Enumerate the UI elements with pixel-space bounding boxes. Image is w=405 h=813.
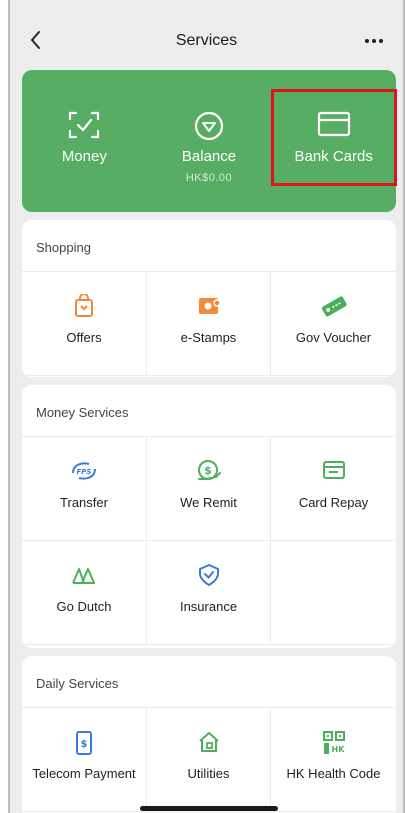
shield-icon [198,564,219,586]
card-repay-icon [322,461,345,479]
insurance-button[interactable]: Insurance [147,541,271,645]
section-title: Daily Services [22,656,396,708]
card-repay-button[interactable]: Card Repay [271,437,396,541]
go-dutch-button[interactable]: Go Dutch [22,541,147,645]
section-title: Money Services [22,385,396,437]
balance-label: Balance [181,148,237,165]
balance-amount: HK$0.00 [185,172,233,184]
highlight-box [271,89,397,186]
gov-voucher-label: Gov Voucher [295,330,372,345]
svg-text:FPS: FPS [77,468,92,476]
go-dutch-icon [72,568,95,584]
phone-dollar-icon: $ [76,731,92,755]
svg-text:$: $ [204,464,212,477]
voucher-ticket-icon [321,296,347,317]
fps-transfer-icon: FPS [72,462,96,480]
utilities-button[interactable]: Utilities [147,708,271,812]
section-title: Shopping [22,220,396,272]
offers-label: Offers [66,330,102,345]
scan-money-icon [69,111,100,139]
remit-icon: $ [197,460,221,480]
utilities-label: Utilities [187,766,230,781]
svg-text:$: $ [81,739,88,750]
insurance-label: Insurance [179,599,238,614]
money-services-section: Money Services FPS Transfer $ We Remit C… [22,385,396,648]
gov-voucher-button[interactable]: Gov Voucher [271,272,396,376]
balance-icon [194,111,224,141]
go-dutch-label: Go Dutch [56,599,112,614]
telecom-payment-button[interactable]: $ Telecom Payment [22,708,147,812]
svg-text:HK: HK [331,745,345,754]
hk-health-code-label: HK Health Code [286,766,381,781]
balance-button[interactable]: Balance HK$0.00 [147,70,272,212]
we-remit-button[interactable]: $ We Remit [147,437,271,541]
e-stamps-icon [198,298,221,314]
offers-button[interactable]: Offers [22,272,147,376]
daily-services-section: Daily Services $ Telecom Payment Utiliti… [22,656,396,813]
empty-cell [271,541,396,645]
shopping-section: Shopping Offers e-Stamps Gov Voucher [22,220,396,377]
transfer-button[interactable]: FPS Transfer [22,437,147,541]
hk-health-code-button[interactable]: HK HK Health Code [271,708,396,812]
page-title: Services [175,32,238,49]
nav-bar: Services [10,20,403,64]
more-options-icon[interactable] [363,28,385,52]
card-repay-label: Card Repay [298,495,369,510]
e-stamps-button[interactable]: e-Stamps [147,272,271,376]
money-label: Money [61,148,107,165]
telecom-payment-label: Telecom Payment [32,766,136,781]
we-remit-label: We Remit [180,495,237,510]
home-indicator [140,806,278,811]
qr-code-icon: HK [322,731,345,754]
home-utility-icon [198,732,219,752]
offers-bag-icon [75,294,93,317]
transfer-label: Transfer [60,495,108,510]
money-button[interactable]: Money [22,70,147,212]
e-stamps-label: e-Stamps [180,330,237,345]
